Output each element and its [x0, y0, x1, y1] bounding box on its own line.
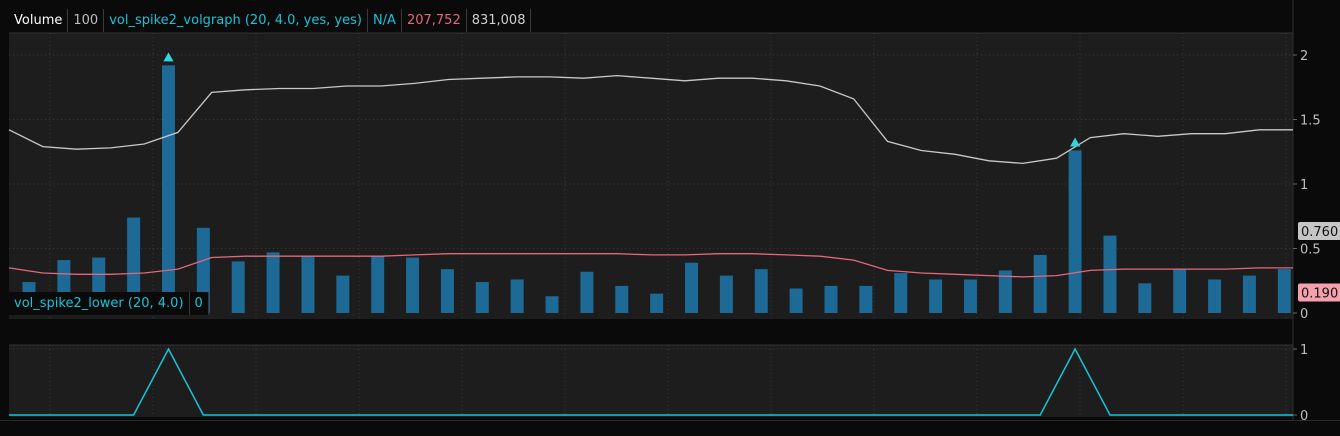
pink-value: 207,752 [402, 9, 467, 32]
upper-price-badge: 0.760 [1301, 225, 1338, 240]
period-label: 100 [68, 9, 105, 32]
volume-bar [789, 288, 803, 313]
volume-bar [440, 269, 454, 313]
upper-axis-tick-label: 0 [1300, 307, 1308, 322]
volume-bar [615, 285, 629, 313]
upper-axis-tick-label: 1.5 [1300, 114, 1321, 129]
lower-study-label[interactable]: vol_spike2_lower (20, 4.0) [9, 292, 190, 315]
volume-bar [406, 257, 420, 313]
volume-bar [1208, 279, 1222, 313]
volume-bar [859, 285, 873, 313]
chart-svg: 2 1.5 1 0.5 0 1 0 0.760 0.190 [8, 0, 1340, 432]
upper-axis-tick-label: 1 [1300, 178, 1308, 193]
next-study-strip [0, 420, 1340, 433]
study-label[interactable]: vol_spike2_volgraph (20, 4.0, yes, yes) [104, 9, 368, 32]
volume-bar [1033, 254, 1047, 313]
volume-bar [580, 271, 594, 313]
volume-bar [719, 275, 733, 313]
volume-bar [1242, 275, 1256, 313]
lower-panel-bg [9, 345, 1293, 417]
lower-axis-tick-label: 1 [1300, 343, 1308, 358]
volume-bar [1103, 235, 1117, 313]
volume-bar [301, 256, 315, 313]
volume-bar [929, 279, 943, 313]
volume-bar [1277, 269, 1291, 313]
volume-bar [685, 262, 699, 313]
upper-axis-tick-label: 2 [1300, 49, 1308, 64]
volume-bar [1173, 269, 1187, 313]
volume-bar [545, 296, 559, 313]
volume-bar [894, 273, 908, 313]
volume-bar [824, 285, 838, 313]
volume-label[interactable]: Volume [9, 9, 69, 32]
price-axis-bg [1293, 0, 1340, 432]
volume-bar [231, 261, 245, 313]
gray-value: 831,008 [467, 9, 532, 32]
volume-bar [1068, 150, 1082, 313]
lower-study-header: vol_spike2_lower (20, 4.0) 0 [9, 292, 209, 315]
upper-axis-tick-label: 0.5 [1300, 243, 1321, 258]
volume-bar [336, 275, 350, 313]
upper-study-header: Volume 100 vol_spike2_volgraph (20, 4.0,… [9, 9, 532, 32]
lower-study-value: 0 [190, 292, 209, 315]
volume-bar [371, 256, 385, 313]
volume-bar [475, 282, 489, 313]
volume-bar [754, 269, 768, 313]
chart-stage: 2 1.5 1 0.5 0 1 0 0.760 0.190 Volume 100 vol_spi… [0, 0, 1340, 433]
volume-bar [650, 293, 664, 313]
volume-bar [963, 279, 977, 313]
volume-bar [1138, 283, 1152, 313]
volume-bar [266, 252, 280, 313]
volume-bar [510, 279, 524, 313]
volume-bar [161, 65, 175, 313]
avg-price-badge: 0.190 [1301, 286, 1338, 301]
na-label: N/A [368, 9, 402, 32]
